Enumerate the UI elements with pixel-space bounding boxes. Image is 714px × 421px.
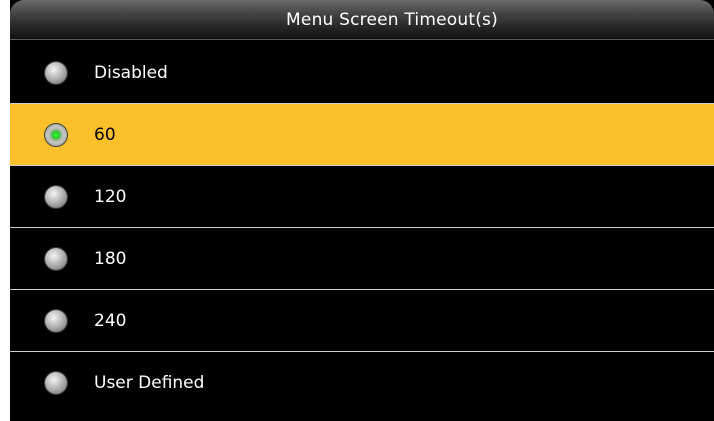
option-120[interactable]: 120 (10, 166, 714, 228)
title-bar: Menu Screen Timeout(s) (10, 0, 714, 40)
radio-button-icon[interactable] (45, 247, 67, 270)
radio-button-icon[interactable] (45, 309, 67, 332)
option-label: 180 (94, 248, 127, 269)
radio-button-icon[interactable] (45, 372, 67, 394)
option-label: Disabled (94, 62, 168, 83)
radio-button-icon[interactable] (45, 61, 67, 84)
page-title: Menu Screen Timeout(s) (286, 9, 498, 30)
option-label: User Defined (94, 373, 205, 393)
radio-button-icon[interactable] (45, 185, 67, 208)
option-label: 120 (94, 186, 127, 207)
option-60[interactable]: 60 (10, 104, 714, 166)
radio-button-checked-icon[interactable] (45, 123, 67, 146)
option-label: 240 (94, 310, 127, 331)
option-user-defined[interactable]: User Defined (10, 352, 714, 414)
option-label: 60 (94, 124, 116, 145)
menu-screen: Menu Screen Timeout(s) Disabled 60 120 1… (10, 0, 714, 421)
option-180[interactable]: 180 (10, 228, 714, 290)
option-list: Disabled 60 120 180 240 User Defined (10, 42, 714, 414)
option-240[interactable]: 240 (10, 290, 714, 352)
option-disabled[interactable]: Disabled (10, 42, 714, 104)
